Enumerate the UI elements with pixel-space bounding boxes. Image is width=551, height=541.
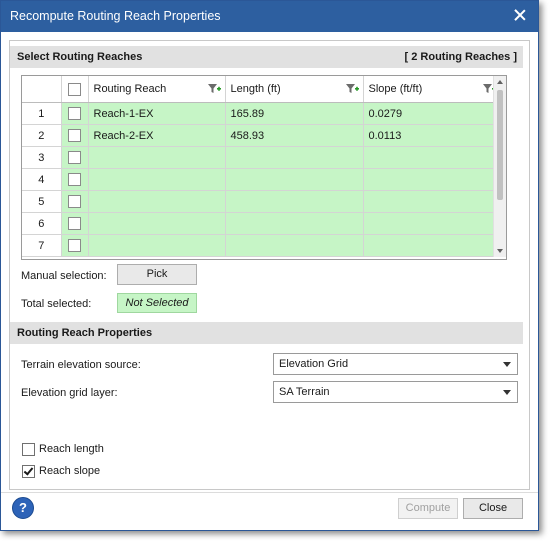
reach-name-cell[interactable]	[88, 146, 226, 169]
reach-name-cell[interactable]	[88, 212, 226, 235]
column-header-label: Length (ft)	[230, 83, 281, 95]
grid-layer-label: Elevation grid layer:	[21, 387, 118, 399]
reach-name-cell[interactable]	[88, 168, 226, 191]
help-icon[interactable]: ?	[12, 497, 34, 519]
length-cell[interactable]	[225, 190, 364, 213]
reach-count-label: [ 2 Routing Reaches ]	[404, 51, 517, 63]
reach-name-cell[interactable]: Reach-2-EX	[88, 124, 226, 147]
select-section-title: Select Routing Reaches	[17, 51, 143, 63]
row-number: 6	[22, 212, 62, 235]
column-header-length[interactable]: Length (ft)	[225, 76, 364, 103]
reach-slope-checkbox[interactable]	[22, 465, 35, 478]
row-checkbox-cell[interactable]	[61, 168, 89, 191]
scroll-up-icon[interactable]	[497, 80, 503, 84]
table-row[interactable]: 1 Reach-1-EX 165.89 0.0279	[22, 102, 501, 125]
row-number: 2	[22, 124, 62, 147]
row-checkbox[interactable]	[68, 217, 81, 230]
row-checkbox-cell[interactable]	[61, 124, 89, 147]
close-button[interactable]: Close	[463, 498, 523, 519]
reach-table: Routing Reach Length (ft) Slope (ft/ft)	[22, 76, 501, 257]
reach-slope-label: Reach slope	[39, 465, 101, 477]
slope-cell[interactable]	[363, 146, 501, 169]
table-row[interactable]: 5	[22, 190, 501, 213]
scroll-thumb[interactable]	[497, 90, 503, 200]
length-cell[interactable]: 165.89	[225, 102, 364, 125]
row-checkbox-cell[interactable]	[61, 146, 89, 169]
column-header-reach[interactable]: Routing Reach	[88, 76, 226, 103]
reach-name-cell[interactable]	[88, 234, 226, 257]
row-number: 7	[22, 234, 62, 257]
row-number: 4	[22, 168, 62, 191]
terrain-source-dropdown[interactable]: Elevation Grid	[273, 353, 518, 375]
grid-vertical-scrollbar[interactable]	[493, 76, 506, 257]
compute-button[interactable]: Compute	[398, 498, 458, 519]
row-checkbox-cell[interactable]	[61, 212, 89, 235]
row-number: 5	[22, 190, 62, 213]
close-icon[interactable]	[512, 7, 528, 23]
reach-name-cell[interactable]	[88, 190, 226, 213]
rownum-header	[22, 76, 62, 103]
table-row[interactable]: 4	[22, 168, 501, 191]
row-checkbox[interactable]	[68, 107, 81, 120]
filter-icon[interactable]	[345, 82, 359, 96]
dialog-title: Recompute Routing Reach Properties	[10, 9, 221, 23]
table-row[interactable]: 6	[22, 212, 501, 235]
row-number: 3	[22, 146, 62, 169]
length-cell[interactable]: 458.93	[225, 124, 364, 147]
row-checkbox-cell[interactable]	[61, 234, 89, 257]
grid-layer-value: SA Terrain	[279, 386, 330, 398]
terrain-source-value: Elevation Grid	[279, 358, 349, 370]
select-all-header[interactable]	[61, 76, 89, 103]
dialog-window: Recompute Routing Reach Properties Selec…	[0, 0, 539, 531]
table-header-row: Routing Reach Length (ft) Slope (ft/ft)	[22, 76, 501, 103]
slope-cell[interactable]	[363, 212, 501, 235]
reach-length-label: Reach length	[39, 443, 104, 455]
pick-button[interactable]: Pick	[117, 264, 197, 285]
properties-section-header: Routing Reach Properties	[10, 322, 523, 344]
select-section-header: Select Routing Reaches [ 2 Routing Reach…	[10, 46, 523, 68]
total-selected-value: Not Selected	[117, 293, 197, 313]
chevron-down-icon	[503, 362, 511, 367]
reach-name-cell[interactable]: Reach-1-EX	[88, 102, 226, 125]
properties-section-title: Routing Reach Properties	[17, 327, 153, 339]
filter-icon[interactable]	[207, 82, 221, 96]
slope-cell[interactable]: 0.0113	[363, 124, 501, 147]
row-checkbox[interactable]	[68, 173, 81, 186]
table-row[interactable]: 2 Reach-2-EX 458.93 0.0113	[22, 124, 501, 147]
row-number: 1	[22, 102, 62, 125]
table-row[interactable]: 3	[22, 146, 501, 169]
row-checkbox[interactable]	[68, 239, 81, 252]
length-cell[interactable]	[225, 234, 364, 257]
table-row[interactable]: 7	[22, 234, 501, 257]
column-header-slope[interactable]: Slope (ft/ft)	[363, 76, 501, 103]
manual-selection-label: Manual selection:	[21, 270, 107, 282]
total-selected-label: Total selected:	[21, 298, 92, 310]
select-all-checkbox[interactable]	[68, 82, 81, 96]
dialog-content: Select Routing Reaches [ 2 Routing Reach…	[9, 40, 530, 490]
slope-cell[interactable]	[363, 190, 501, 213]
length-cell[interactable]	[225, 168, 364, 191]
reach-length-checkbox[interactable]	[22, 443, 35, 456]
column-header-label: Slope (ft/ft)	[368, 83, 423, 95]
row-checkbox-cell[interactable]	[61, 190, 89, 213]
slope-cell[interactable]: 0.0279	[363, 102, 501, 125]
length-cell[interactable]	[225, 212, 364, 235]
footer-divider	[1, 492, 538, 493]
row-checkbox[interactable]	[68, 129, 81, 142]
title-bar: Recompute Routing Reach Properties	[1, 1, 538, 32]
row-checkbox-cell[interactable]	[61, 102, 89, 125]
slope-cell[interactable]	[363, 234, 501, 257]
column-header-label: Routing Reach	[93, 83, 167, 95]
scroll-down-icon[interactable]	[497, 249, 503, 253]
row-checkbox[interactable]	[68, 195, 81, 208]
length-cell[interactable]	[225, 146, 364, 169]
chevron-down-icon	[503, 390, 511, 395]
slope-cell[interactable]	[363, 168, 501, 191]
row-checkbox[interactable]	[68, 151, 81, 164]
grid-layer-dropdown[interactable]: SA Terrain	[273, 381, 518, 403]
terrain-source-label: Terrain elevation source:	[21, 359, 141, 371]
reach-grid[interactable]: Routing Reach Length (ft) Slope (ft/ft)	[21, 75, 507, 260]
